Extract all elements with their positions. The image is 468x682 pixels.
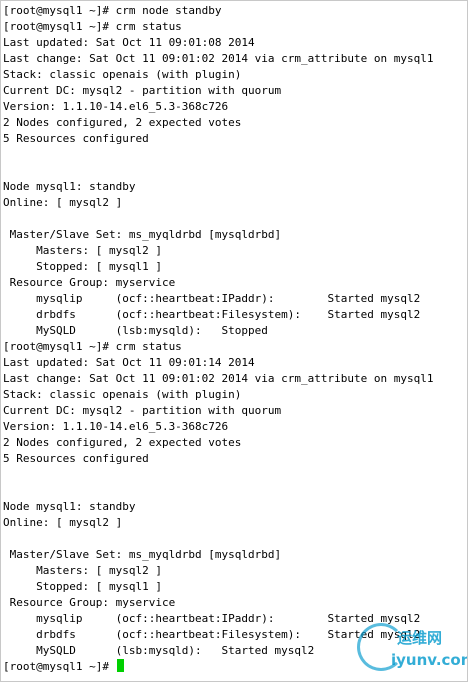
terminal-line: Stopped: [ mysql1 ] [3,580,162,593]
text-cursor [116,659,124,672]
terminal-line: 5 Resources configured [3,452,149,465]
terminal-line: Last change: Sat Oct 11 09:01:02 2014 vi… [3,372,434,385]
terminal-line: 5 Resources configured [3,132,149,145]
terminal-line: [root@mysql1 ~]# crm status [3,20,182,33]
terminal-line: Stack: classic openais (with plugin) [3,388,242,401]
terminal-line: mysqlip (ocf::heartbeat:IPaddr): Started… [3,292,421,305]
terminal-line: 2 Nodes configured, 2 expected votes [3,436,242,449]
terminal-line: Node mysql1: standby [3,180,136,193]
terminal-line: MySQLD (lsb:mysqld): Stopped [3,324,268,337]
terminal-line: Resource Group: myservice [3,596,176,609]
terminal-line: Online: [ mysql2 ] [3,196,123,209]
terminal-line: Stack: classic openais (with plugin) [3,68,242,81]
terminal-line: Last change: Sat Oct 11 09:01:02 2014 vi… [3,52,434,65]
terminal-line: Stopped: [ mysql1 ] [3,260,162,273]
terminal-line: [root@mysql1 ~]# crm status [3,340,182,353]
terminal-line: Current DC: mysql2 - partition with quor… [3,84,282,97]
terminal-line: drbdfs (ocf::heartbeat:Filesystem): Star… [3,308,421,321]
watermark-top-text: 运维网 [397,629,443,647]
terminal-line: Current DC: mysql2 - partition with quor… [3,404,282,417]
watermark-bottom-text: iyunv.com [391,651,468,669]
terminal-window[interactable]: [root@mysql1 ~]# crm node standby [root@m… [0,0,468,682]
terminal-line: Version: 1.1.10-14.el6_5.3-368c726 [3,100,229,113]
terminal-output: [root@mysql1 ~]# crm node standby [root@m… [3,3,465,675]
terminal-line: Resource Group: myservice [3,276,176,289]
terminal-line: Last updated: Sat Oct 11 09:01:14 2014 [3,356,255,369]
terminal-line: Node mysql1: standby [3,500,136,513]
shell-prompt: [root@mysql1 ~]# [3,660,116,673]
terminal-line: Online: [ mysql2 ] [3,516,123,529]
terminal-line: Masters: [ mysql2 ] [3,244,162,257]
terminal-line: Master/Slave Set: ms_myqldrbd [mysqldrbd… [3,228,282,241]
terminal-line: Master/Slave Set: ms_myqldrbd [mysqldrbd… [3,548,282,561]
watermark-logo: 运维网 iyunv.com [351,621,467,677]
terminal-line: Version: 1.1.10-14.el6_5.3-368c726 [3,420,229,433]
terminal-line: Last updated: Sat Oct 11 09:01:08 2014 [3,36,255,49]
terminal-line: Masters: [ mysql2 ] [3,564,162,577]
terminal-line: 2 Nodes configured, 2 expected votes [3,116,242,129]
terminal-line: [root@mysql1 ~]# crm node standby [3,4,222,17]
